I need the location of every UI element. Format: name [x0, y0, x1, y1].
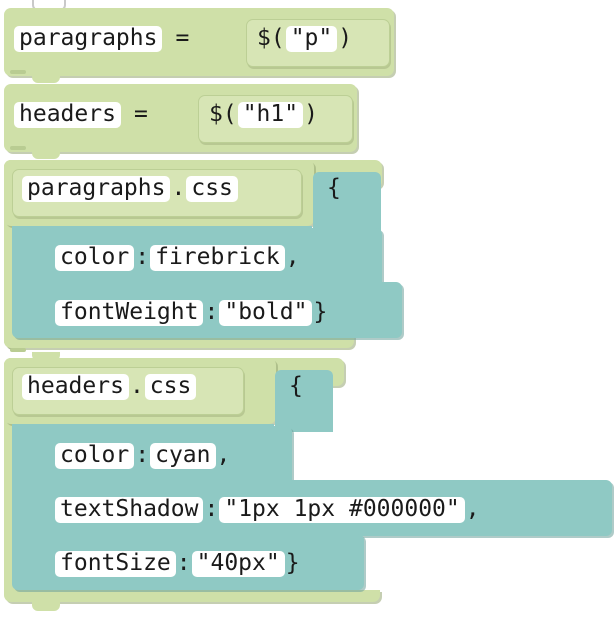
css-target-headers[interactable]: headers: [22, 374, 129, 400]
close-brace-2: }: [285, 550, 300, 576]
css-property-key-textshadow[interactable]: textShadow: [55, 497, 204, 523]
css-comma-3: ,: [465, 496, 480, 522]
css-comma-1: ,: [285, 244, 300, 270]
jquery-prefix-2: $(: [209, 101, 237, 127]
assignment-operator-1: =: [175, 25, 190, 51]
css-property-key-fontsize[interactable]: fontSize: [55, 551, 176, 577]
block-css-headers-footer: [4, 590, 380, 602]
variable-name-headers[interactable]: headers: [14, 102, 121, 128]
css-property-value-fontsize[interactable]: "40px": [191, 551, 285, 577]
block-2-seam-dash: [10, 146, 26, 150]
css-colon-1: :: [135, 244, 150, 270]
block-1-bottom-notch-icon: [32, 74, 60, 83]
variable-name-paragraphs[interactable]: paragraphs: [14, 26, 163, 52]
css-property-value-bold[interactable]: "bold": [219, 300, 313, 326]
css-property-key-color-2[interactable]: color: [55, 443, 135, 469]
close-brace-1: }: [313, 299, 328, 325]
assignment-operator-2: =: [133, 101, 148, 127]
css-colon-3: :: [135, 442, 150, 468]
css-method-name-2[interactable]: css: [144, 374, 197, 400]
css-property-value-firebrick[interactable]: firebrick: [150, 245, 285, 271]
css-colon-4: :: [204, 496, 219, 522]
jquery-selector-headers[interactable]: "h1": [237, 102, 304, 128]
open-brace-2: {: [289, 373, 303, 399]
method-dot-2: .: [129, 373, 144, 399]
stack-bottom-notch-icon: [32, 602, 60, 611]
block-1-seam-dash: [10, 70, 26, 74]
method-dot-1: .: [171, 175, 186, 201]
css-property-key-color-1[interactable]: color: [55, 245, 135, 271]
block-code-workspace[interactable]: paragraphs = $( "p" ) headers = $( "h1" …: [0, 0, 616, 620]
css-colon-5: :: [176, 550, 191, 576]
block-3-seam-dash: [10, 348, 26, 352]
css-property-value-cyan[interactable]: cyan: [150, 443, 216, 469]
css-property-key-fontweight[interactable]: fontWeight: [55, 300, 204, 326]
css-comma-2: ,: [216, 442, 231, 468]
css-method-name-1[interactable]: css: [186, 176, 238, 202]
object-block-paragraphs-brace-column: [313, 172, 381, 234]
jquery-suffix-2: ): [304, 101, 318, 127]
jquery-selector-paragraphs[interactable]: "p": [285, 26, 338, 52]
css-colon-2: :: [204, 299, 219, 325]
css-target-paragraphs[interactable]: paragraphs: [22, 176, 171, 202]
jquery-prefix-1: $(: [257, 25, 285, 51]
jquery-suffix-1: ): [338, 25, 353, 51]
open-brace-1: {: [327, 175, 341, 201]
block-2-bottom-notch-icon: [32, 150, 60, 159]
css-property-value-textshadow[interactable]: "1px 1px #000000": [219, 497, 465, 523]
object-block-headers-brace-column: [275, 370, 333, 432]
